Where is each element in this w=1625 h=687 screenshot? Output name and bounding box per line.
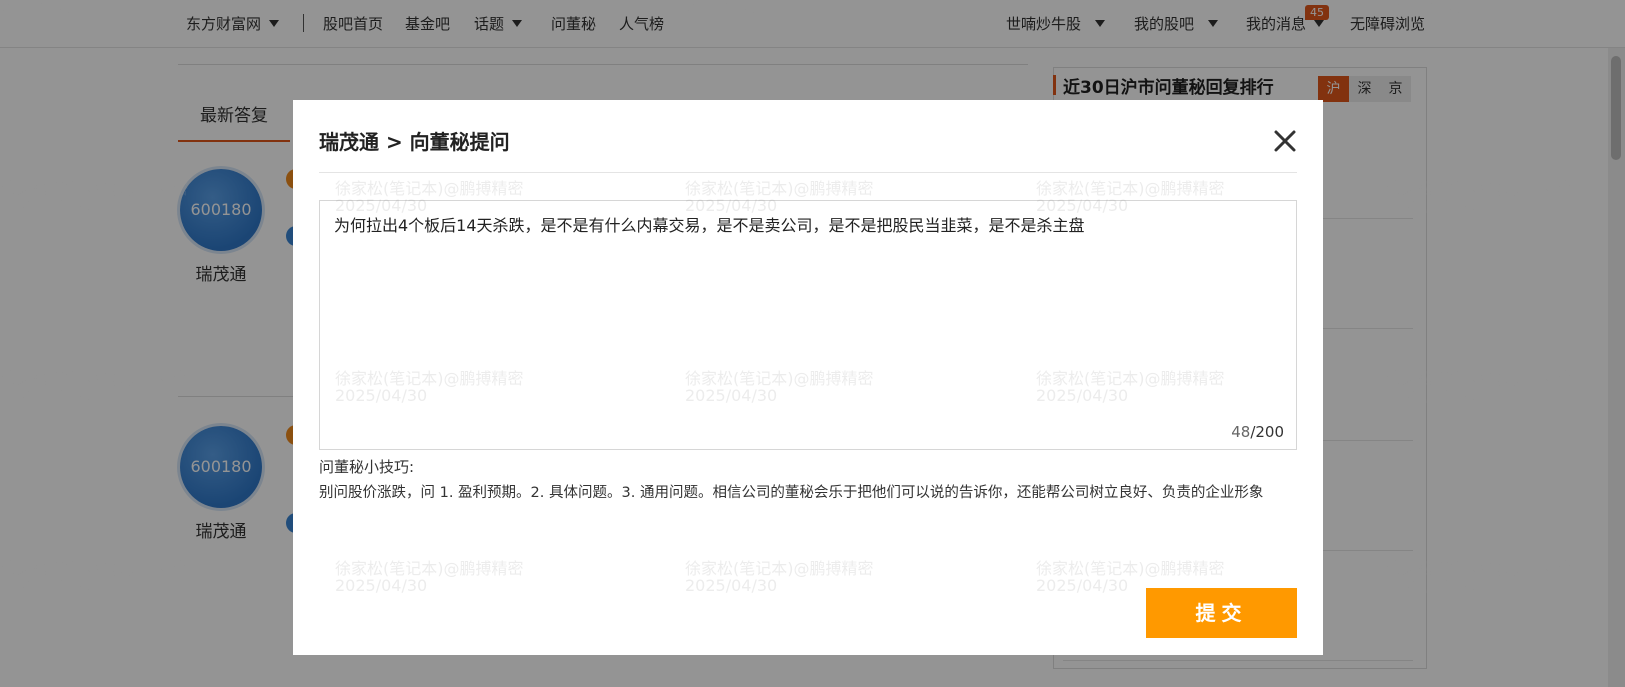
watermark: 徐家松(笔记本)@鹏搏精密 2025/04/30 (1036, 369, 1225, 405)
question-textarea[interactable]: 为何拉出4个板后14天杀跌，是不是有什么内幕交易，是不是卖公司，是不是把股民当韭… (319, 200, 1297, 450)
dialog-divider (319, 172, 1297, 173)
watermark: 徐家松(笔记本)@鹏搏精密 2025/04/30 (335, 369, 524, 405)
tips-body: 别问股价涨跌，问 1. 盈利预期。2. 具体问题。3. 通用问题。相信公司的董秘… (319, 485, 1264, 501)
watermark: 徐家松(笔记本)@鹏搏精密 2025/04/30 (335, 559, 524, 595)
char-counter: 48/200 (1231, 423, 1284, 441)
watermark: 徐家松(笔记本)@鹏搏精密 2025/04/30 (0, 179, 189, 215)
tips-title: 问董秘小技巧: (319, 458, 415, 476)
watermark: 徐家松(笔记本)@鹏搏精密 2025/04/30 (685, 559, 874, 595)
watermark: 徐家松(笔记本)@鹏搏精密 2025/04/30 (0, 369, 189, 405)
watermark: 徐家松(笔记本)@鹏搏精密 2025/04/30 (1385, 559, 1574, 595)
char-count: 48 (1231, 423, 1251, 441)
watermark: 徐家松(笔记本)@鹏搏精密 2025/04/30 (335, 179, 524, 215)
watermark: 2025/04/30 (0, 0, 73, 18)
watermark: 徐家松(笔记本)@鹏搏精密 2025/04/30 (0, 559, 189, 595)
close-icon[interactable] (1268, 124, 1302, 158)
submit-button[interactable]: 提交 (1146, 588, 1297, 638)
dialog-title: 瑞茂通 > 向董秘提问 (319, 130, 510, 154)
watermark: 徐家松(笔记本)@鹏搏精密 2025/04/30 (1036, 179, 1225, 215)
question-text[interactable]: 为何拉出4个板后14天杀跌，是不是有什么内幕交易，是不是卖公司，是不是把股民当韭… (334, 215, 1284, 237)
watermark: 徐家松(笔记本)@鹏搏精密 2025/04/30 (1036, 559, 1225, 595)
watermark: 徐家松(笔记本)@鹏搏精密 2025/04/30 (1385, 179, 1574, 215)
watermark: 徐家松(笔记本)@鹏搏精密 2025/04/30 (685, 179, 874, 215)
watermark: 徐家松(笔记本)@鹏搏精密 2025/04/30 (1385, 369, 1574, 405)
watermark: 2025/04/30 (1370, 0, 1463, 18)
watermark: 徐家松(笔记本)@鹏搏精密 2025/04/30 (685, 369, 874, 405)
watermark: 2025/04/30 (665, 0, 758, 18)
char-limit: /200 (1250, 423, 1284, 441)
